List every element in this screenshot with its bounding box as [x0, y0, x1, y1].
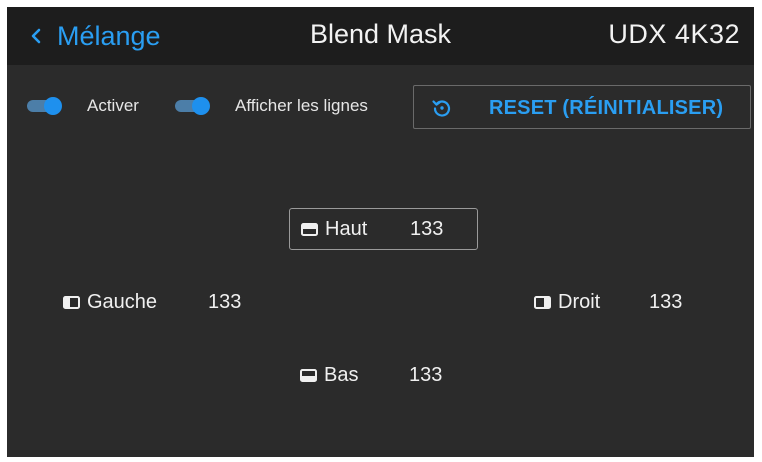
chevron-left-icon [31, 28, 41, 44]
device-name: UDX 4K32 [608, 19, 740, 49]
show-lines-label: Afficher les lignes [235, 96, 368, 115]
show-lines-toggle[interactable] [175, 97, 210, 115]
blend-bottom-field[interactable]: Bas 133 [300, 354, 478, 396]
blend-top-icon [301, 222, 318, 236]
blend-bottom-value: 133 [409, 363, 443, 386]
blend-bottom-icon [300, 368, 317, 382]
blend-left-field[interactable]: Gauche 133 [63, 281, 263, 323]
blend-left-icon [63, 295, 80, 309]
blend-left-label: Gauche [87, 290, 158, 313]
reset-button[interactable]: RESET (RÉINITIALISER) [413, 85, 751, 129]
blend-top-label: Haut [325, 217, 368, 240]
blend-bottom-label: Bas [324, 363, 359, 386]
toggle-knob [44, 97, 62, 115]
blend-right-value: 133 [649, 290, 683, 313]
blend-right-label: Droit [558, 290, 601, 313]
blend-right-icon [534, 295, 551, 309]
activate-toggle[interactable] [27, 97, 62, 115]
back-button[interactable]: Mélange [25, 17, 161, 55]
header-bar: Mélange Blend Mask UDX 4K32 [7, 7, 754, 65]
activate-label: Activer [87, 96, 139, 115]
blend-top-value: 133 [410, 217, 444, 240]
blend-right-field[interactable]: Droit 133 [534, 281, 694, 323]
toggle-knob [192, 97, 210, 115]
reset-label: RESET (RÉINITIALISER) [489, 97, 724, 119]
back-label: Mélange [57, 20, 161, 51]
reset-icon [432, 100, 451, 117]
blend-left-value: 133 [208, 290, 242, 313]
blend-mask-screen: Mélange Blend Mask UDX 4K32 Activer Affi… [7, 7, 754, 457]
blend-top-field[interactable]: Haut 133 [289, 208, 478, 250]
